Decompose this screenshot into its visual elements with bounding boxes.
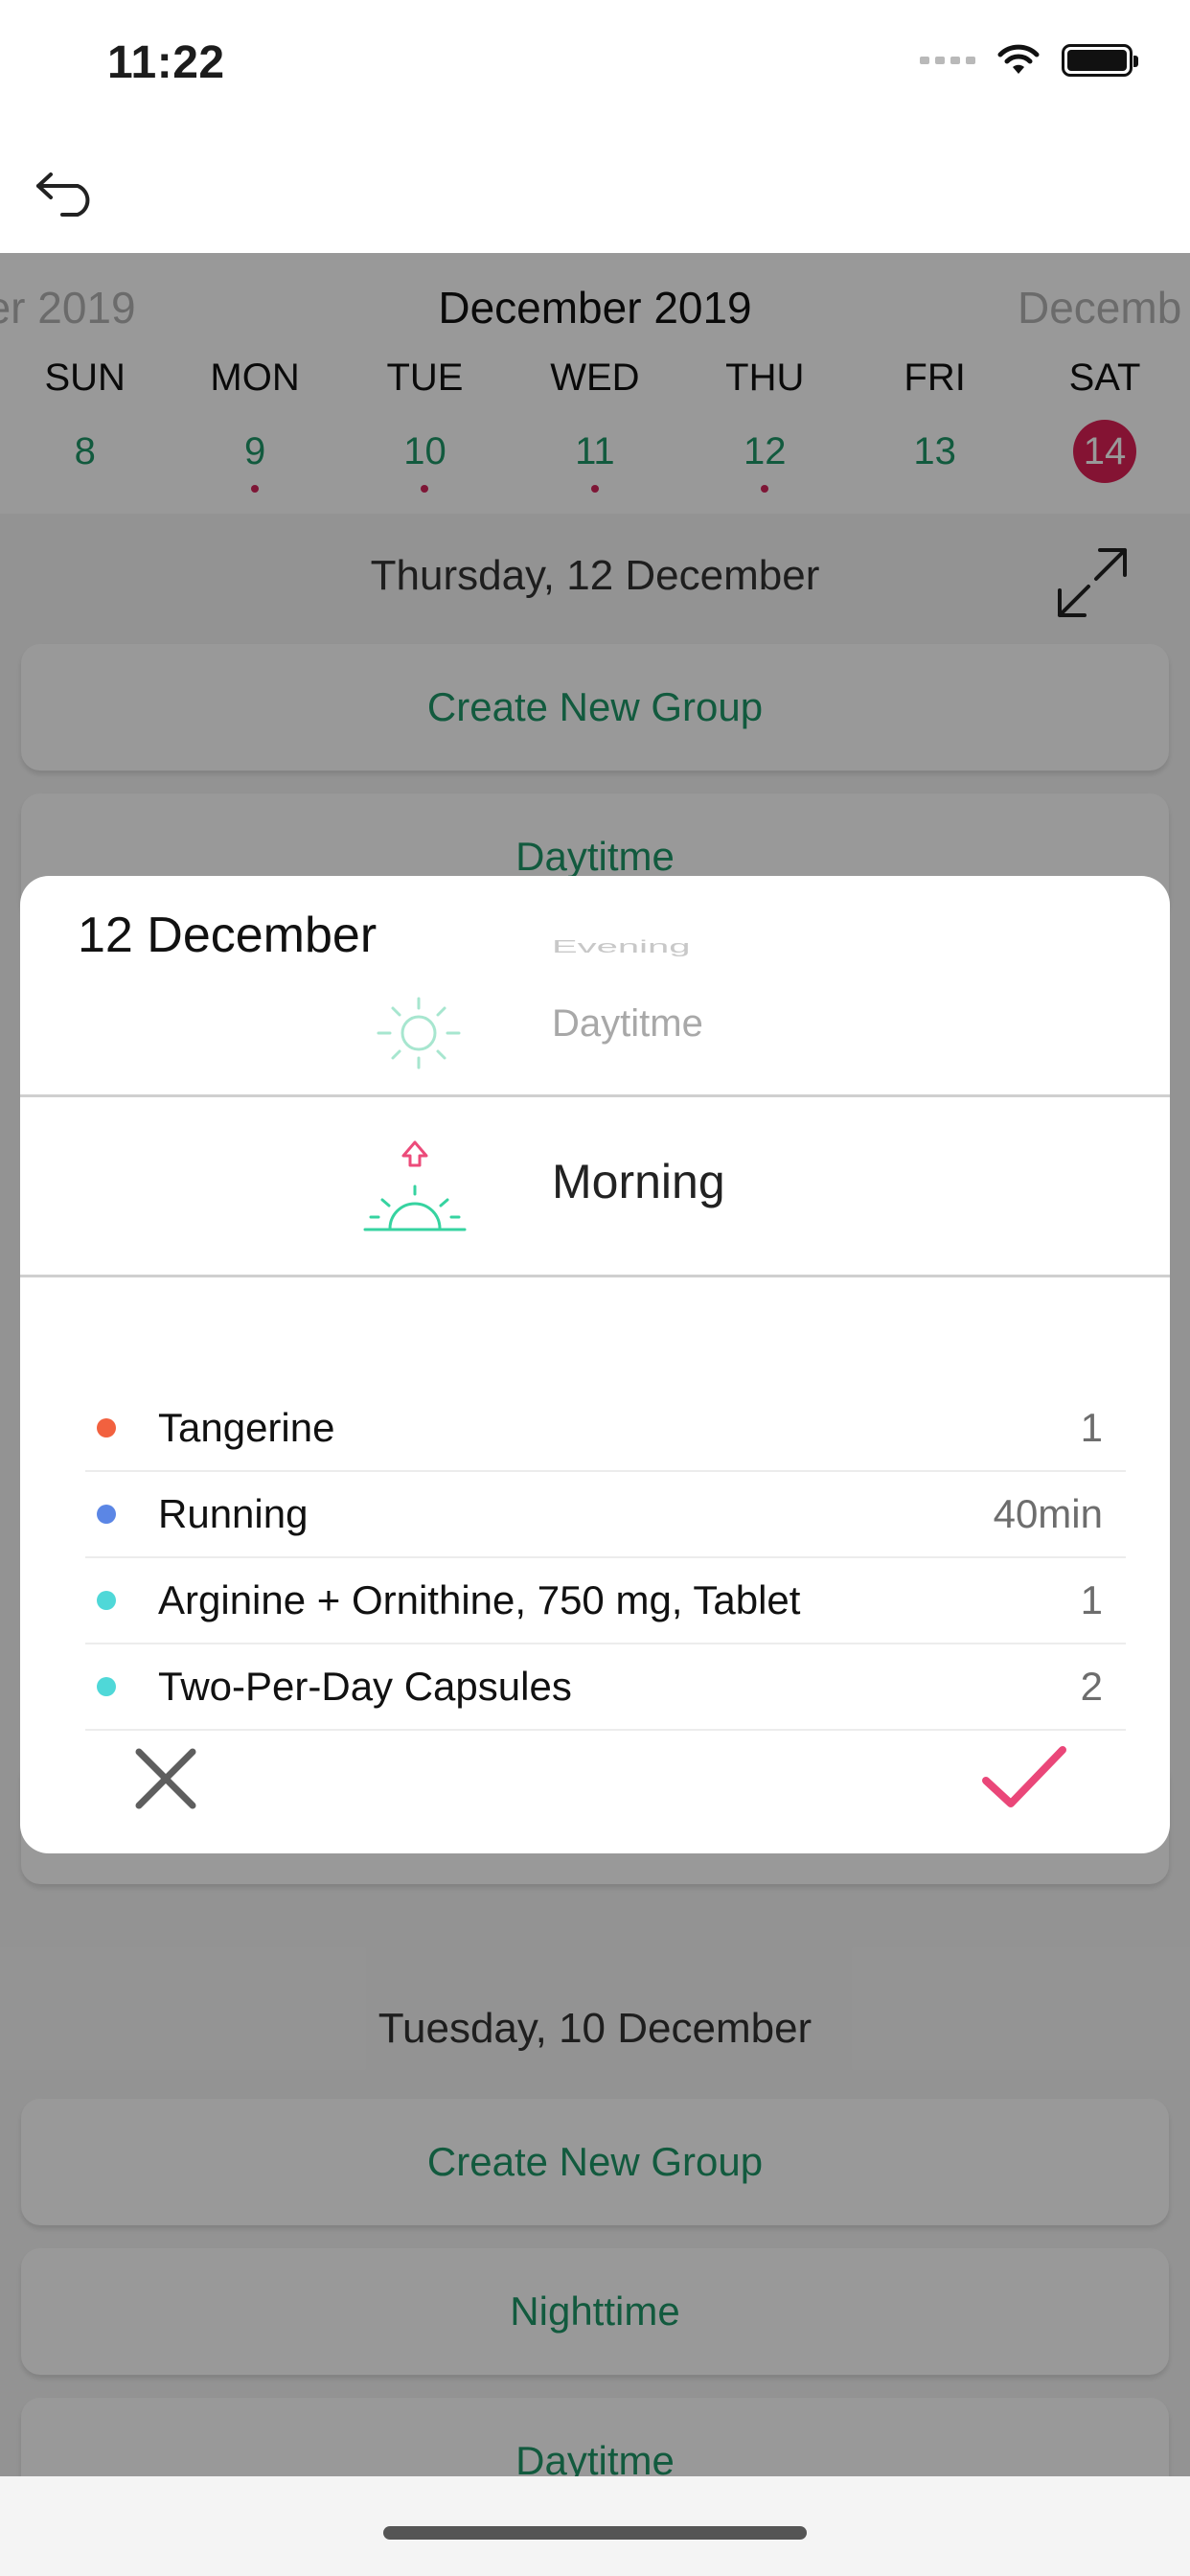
item-name: Tangerine <box>158 1405 335 1450</box>
list-item[interactable]: Tangerine 1 <box>85 1386 1126 1472</box>
status-icons <box>920 44 1138 77</box>
list-item[interactable]: Running 40min <box>85 1472 1126 1558</box>
nav-bar <box>0 125 1190 253</box>
color-dot <box>97 1677 116 1696</box>
picker-option-daytime[interactable]: Daytitme <box>552 1002 703 1046</box>
checkmark-icon <box>982 1746 1066 1807</box>
battery-icon <box>1062 44 1138 77</box>
close-icon <box>135 1748 196 1809</box>
back-button[interactable] <box>29 163 105 220</box>
cancel-button[interactable] <box>127 1740 204 1817</box>
sun-icon <box>377 997 461 1070</box>
modal-title: 12 December <box>78 908 378 963</box>
home-indicator[interactable] <box>383 2526 807 2540</box>
home-indicator-area <box>0 2476 1190 2576</box>
item-name: Two-Per-Day Capsules <box>158 1664 572 1709</box>
group-modal: 12 December Evening Daytitme Morning Tan… <box>20 876 1170 1853</box>
item-name: Running <box>158 1491 309 1536</box>
picker-divider <box>20 1275 1170 1277</box>
picker-option-morning-selected[interactable]: Morning <box>552 1154 725 1209</box>
sunrise-icon <box>363 1140 467 1231</box>
list-item[interactable]: Two-Per-Day Capsules 2 <box>85 1644 1126 1731</box>
item-quantity: 40min <box>993 1491 1103 1536</box>
back-arrow-icon <box>36 172 90 217</box>
item-list: Tangerine 1 Running 40min Arginine + Orn… <box>85 1386 1126 1731</box>
item-quantity: 2 <box>1080 1664 1103 1709</box>
list-item[interactable]: Arginine + Ornithine, 750 mg, Tablet 1 <box>85 1558 1126 1644</box>
wifi-icon <box>997 44 1040 74</box>
confirm-button[interactable] <box>978 1740 1070 1817</box>
item-name: Arginine + Ornithine, 750 mg, Tablet <box>158 1577 801 1622</box>
picker-divider <box>20 1094 1170 1097</box>
color-dot <box>97 1418 116 1438</box>
color-dot <box>97 1591 116 1610</box>
status-time: 11:22 <box>107 37 225 88</box>
item-quantity: 1 <box>1080 1405 1103 1450</box>
item-quantity: 1 <box>1080 1577 1103 1622</box>
signal-icon <box>920 57 975 64</box>
status-bar: 11:22 <box>0 0 1190 125</box>
color-dot <box>97 1505 116 1524</box>
picker-option-evening[interactable]: Evening <box>552 937 691 956</box>
